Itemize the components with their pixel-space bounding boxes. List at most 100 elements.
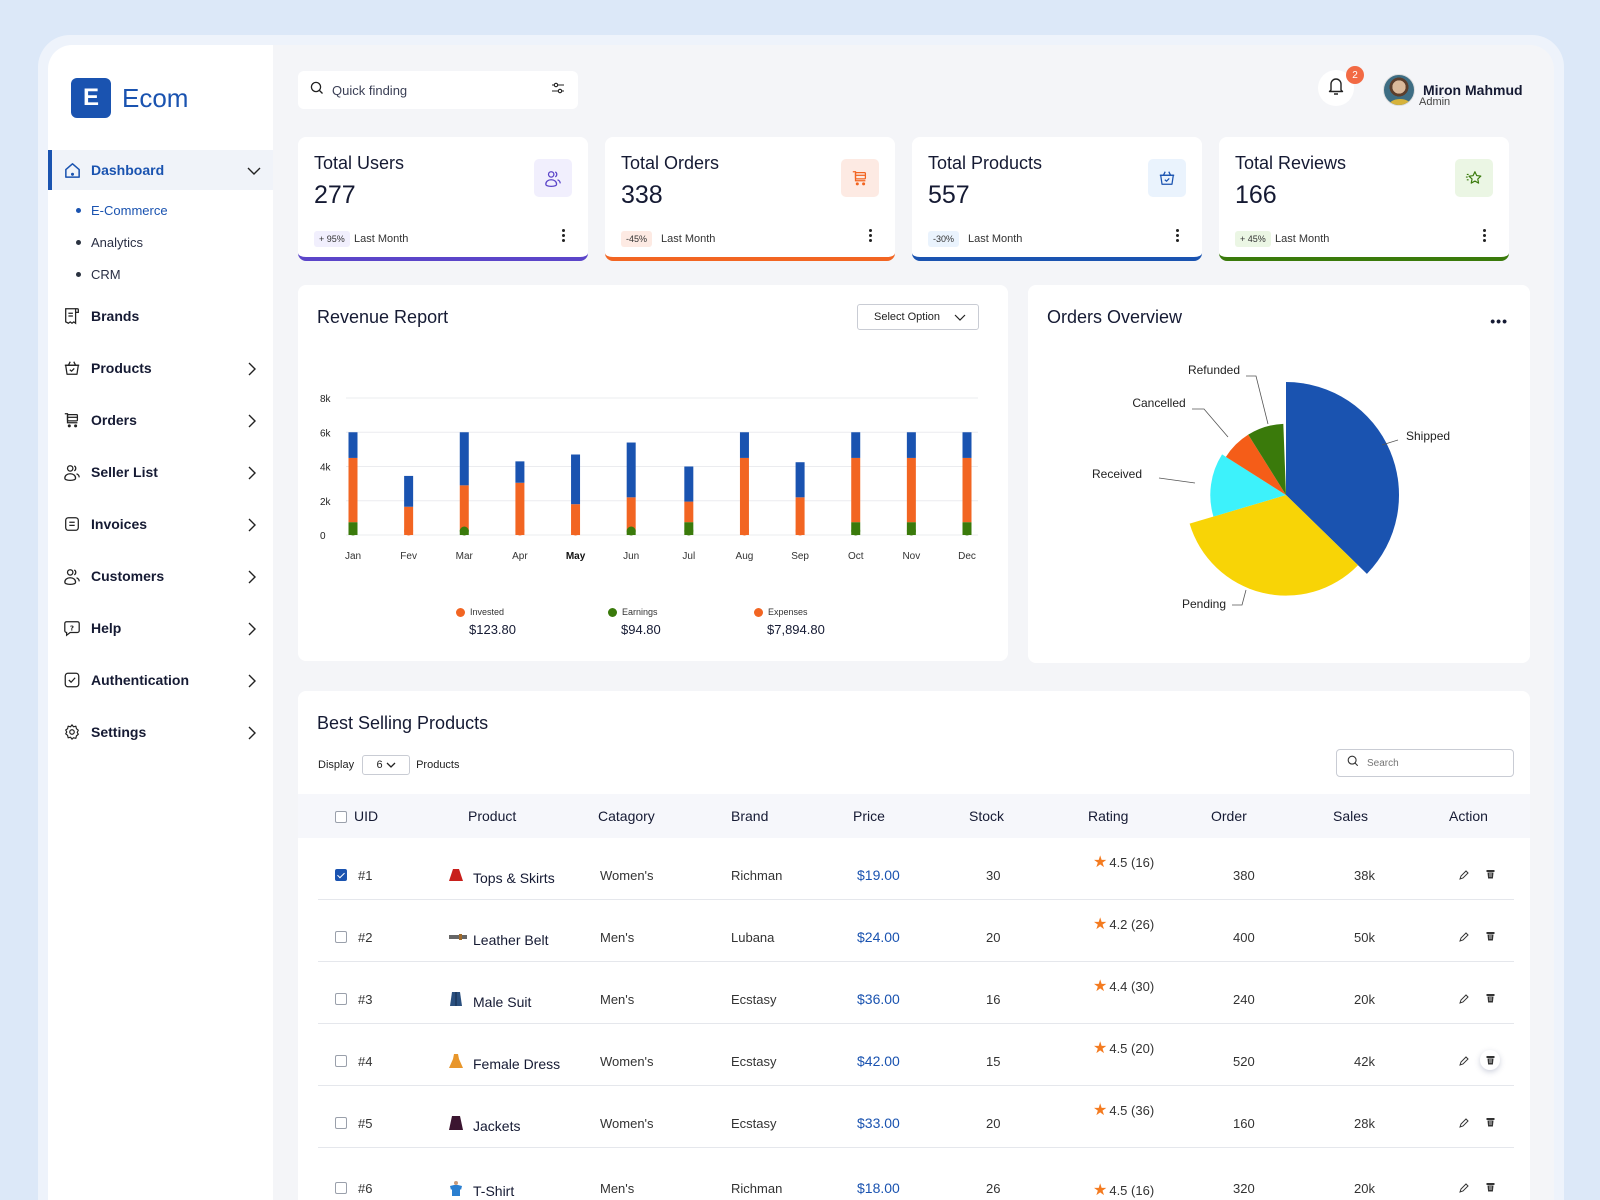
row-category: Men's — [600, 1181, 635, 1196]
table-row[interactable]: #2 Leather Belt Men's Lubana $24.00 20 ★… — [318, 900, 1514, 962]
subnav-item-crm[interactable]: CRM — [48, 258, 273, 290]
delete-icon[interactable] — [1480, 1050, 1500, 1070]
row-checkbox[interactable] — [335, 869, 347, 881]
edit-icon[interactable] — [1454, 1051, 1474, 1071]
edit-icon[interactable] — [1454, 927, 1474, 947]
chevron-right-icon — [247, 570, 259, 584]
column-header-product[interactable]: Product — [468, 808, 516, 824]
bar-expenses-sep[interactable] — [795, 462, 805, 498]
column-header-order[interactable]: Order — [1211, 808, 1247, 824]
bar-invested-aug[interactable] — [739, 457, 749, 535]
bar-invested-mar[interactable] — [459, 485, 469, 530]
sidebar-item-products[interactable]: Products — [48, 342, 273, 394]
table-row[interactable]: #5 Jackets Women's Ecstasy $33.00 20 ★ 4.… — [318, 1086, 1514, 1148]
bar-invested-jan[interactable] — [348, 457, 358, 523]
filter-icon[interactable] — [550, 81, 566, 100]
logo[interactable]: E Ecom — [71, 78, 188, 118]
help-icon: ? — [62, 618, 82, 638]
row-stock: 16 — [986, 992, 1001, 1007]
row-brand: Ecstasy — [731, 1054, 777, 1069]
column-header-uid[interactable]: UID — [354, 808, 378, 824]
column-header-stock[interactable]: Stock — [969, 808, 1004, 824]
table-row[interactable]: #6 T-Shirt Men's Richman $18.00 26 ★ 4.5 … — [318, 1151, 1514, 1200]
row-checkbox[interactable] — [335, 993, 347, 1005]
more-vertical-icon[interactable] — [1176, 229, 1180, 243]
select-all-checkbox[interactable] — [335, 811, 347, 823]
tshirt-icon — [448, 1180, 464, 1196]
bar-expenses-may[interactable] — [571, 454, 581, 505]
row-checkbox[interactable] — [335, 1117, 347, 1129]
table-row[interactable]: #4 Female Dress Women's Ecstasy $42.00 1… — [318, 1024, 1514, 1086]
delete-icon[interactable] — [1480, 988, 1500, 1008]
bar-expenses-nov[interactable] — [906, 432, 916, 458]
table-row[interactable]: #1 Tops & Skirts Women's Richman $19.00 … — [318, 838, 1514, 900]
row-product-name[interactable]: Male Suit — [473, 994, 531, 1010]
edit-icon[interactable] — [1454, 1113, 1474, 1133]
sidebar-item-seller-list[interactable]: Seller List — [48, 446, 273, 498]
sidebar-item-brands[interactable]: Brands — [48, 290, 273, 342]
table-search-input[interactable] — [1367, 757, 1497, 769]
sidebar-item-settings[interactable]: Settings — [48, 706, 273, 758]
bar-invested-jun[interactable] — [626, 497, 636, 531]
column-header-price[interactable]: Price — [853, 808, 885, 824]
column-header-sales[interactable]: Sales — [1333, 808, 1368, 824]
quick-search-input[interactable] — [332, 82, 550, 98]
row-order: 400 — [1233, 930, 1255, 945]
more-vertical-icon[interactable] — [1483, 229, 1487, 243]
subnav-item-analytics[interactable]: Analytics — [48, 226, 273, 258]
table-title: Best Selling Products — [317, 713, 489, 733]
subnav-item-ecommerce[interactable]: E-Commerce — [48, 194, 273, 226]
row-product-name[interactable]: Tops & Skirts — [473, 870, 555, 886]
row-sales: 20k — [1354, 992, 1375, 1007]
bar-expenses-mar[interactable] — [459, 432, 469, 486]
sidebar-item-customers[interactable]: Customers — [48, 550, 273, 602]
delete-icon[interactable] — [1480, 926, 1500, 946]
bar-expenses-fev[interactable] — [404, 475, 414, 507]
table-row[interactable]: #3 Male Suit Men's Ecstasy $36.00 16 ★ 4.… — [318, 962, 1514, 1024]
bar-invested-jul[interactable] — [684, 501, 694, 523]
delete-icon[interactable] — [1480, 864, 1500, 884]
more-vertical-icon[interactable] — [869, 229, 873, 243]
sidebar-item-help[interactable]: ? Help — [48, 602, 273, 654]
bar-expenses-jan[interactable] — [348, 432, 358, 458]
row-product-name[interactable]: Jackets — [473, 1118, 520, 1134]
pie-leader-line — [1246, 375, 1269, 425]
row-checkbox[interactable] — [335, 931, 347, 943]
bar-expenses-aug[interactable] — [739, 432, 749, 458]
sidebar-item-invoices[interactable]: Invoices — [48, 498, 273, 550]
edit-icon[interactable] — [1454, 989, 1474, 1009]
delete-icon[interactable] — [1480, 1177, 1500, 1197]
bar-expenses-dec[interactable] — [962, 432, 972, 458]
bar-invested-nov[interactable] — [906, 457, 916, 523]
row-product-name[interactable]: T-Shirt — [473, 1183, 514, 1199]
sidebar-item-orders[interactable]: Orders — [48, 394, 273, 446]
column-header-action[interactable]: Action — [1449, 808, 1488, 824]
row-checkbox[interactable] — [335, 1055, 347, 1067]
invoice-icon — [62, 514, 82, 534]
notifications-button[interactable]: 2 — [1318, 66, 1364, 106]
user-menu[interactable]: Miron Mahmud Admin — [1383, 74, 1523, 108]
delete-icon[interactable] — [1480, 1112, 1500, 1132]
bar-expenses-oct[interactable] — [851, 432, 861, 458]
sidebar-item-authentication[interactable]: Authentication — [48, 654, 273, 706]
bar-invested-dec[interactable] — [962, 457, 972, 523]
row-product-name[interactable]: Leather Belt — [473, 932, 549, 948]
display-count-select[interactable]: 6 — [362, 755, 411, 775]
rating-text: 4.5 (16) — [1109, 1183, 1155, 1198]
sidebar-item-dashboard[interactable]: Dashboard — [48, 150, 273, 190]
pie-label-refunded: Refunded — [1188, 363, 1240, 377]
bullet-icon — [76, 207, 81, 213]
more-vertical-icon[interactable] — [562, 229, 566, 243]
column-header-brand[interactable]: Brand — [731, 808, 768, 824]
edit-icon[interactable] — [1454, 865, 1474, 885]
bar-invested-oct[interactable] — [851, 457, 861, 523]
bar-expenses-apr[interactable] — [515, 461, 525, 483]
chevron-right-icon — [247, 362, 259, 376]
row-product-name[interactable]: Female Dress — [473, 1056, 560, 1072]
column-header-catagory[interactable]: Catagory — [598, 808, 655, 824]
bar-expenses-jun[interactable] — [626, 442, 636, 498]
column-header-rating[interactable]: Rating — [1088, 808, 1128, 824]
bar-expenses-jul[interactable] — [684, 466, 694, 502]
edit-icon[interactable] — [1454, 1178, 1474, 1198]
row-checkbox[interactable] — [335, 1182, 347, 1194]
